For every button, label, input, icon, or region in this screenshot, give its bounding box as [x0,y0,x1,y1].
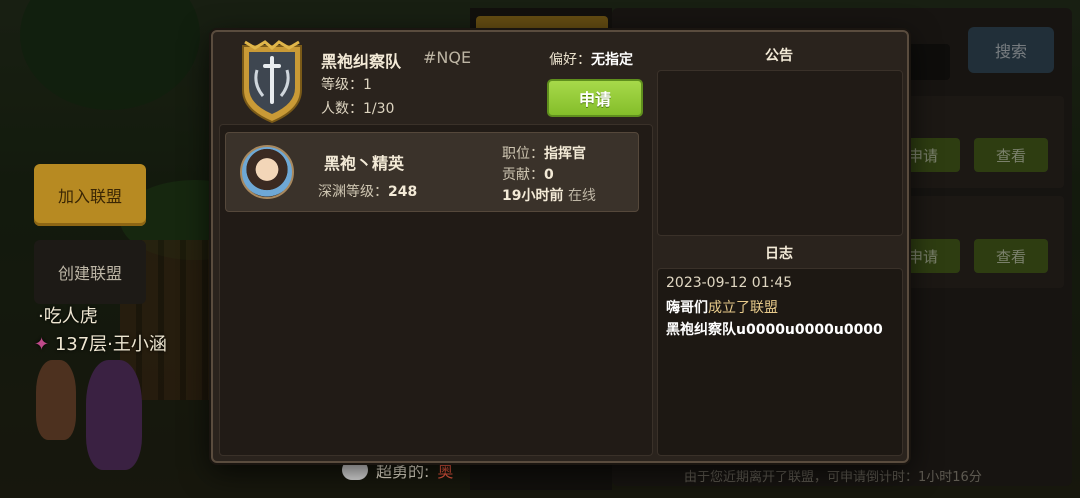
member-abyss-level: 深渊等级：248 [318,184,418,200]
member-role: 职位：指挥官 [502,146,586,162]
log-entry-text: 嗨哥们成立了联盟 [666,300,778,316]
alliance-tag: #NQE [423,48,472,67]
member-name: 黑袍丶精英 [324,154,405,173]
alliance-emblem-icon [242,40,302,124]
member-avatar [240,145,294,199]
alliance-name: 黑袍纠察队 [321,52,402,71]
join-alliance-button[interactable]: 加入联盟 [34,164,146,226]
flag-icon: ✦ [34,334,50,355]
member-last-seen: 19小时前 在线 [502,188,596,204]
alliance-preference: 偏好：无指定 [549,52,633,68]
notice-title: 公告 [765,48,793,64]
log-entry-date: 2023-09-12 01:45 [666,275,793,291]
log-entry-detail: 黑袍纠察队u0000u0000u0000 [666,322,883,338]
create-alliance-button[interactable]: 创建联盟 [34,240,146,304]
apply-button[interactable]: 申请 [547,79,643,117]
chat-bubble-icon [342,460,368,480]
player-floor-label: ✦ 137层·王小涵 [34,334,167,355]
player-name-label: ·吃人虎 [38,306,98,327]
game-screen: 搜索 申请 查看 申请 查看 由于您近期离开了联盟，可申请倒计时：1小时16分 … [0,0,1080,498]
alliance-member-count: 人数：1/30 [321,101,395,117]
alliance-level: 等级：1 [321,77,372,93]
log-title: 日志 [765,246,793,262]
member-contribution: 贡献：0 [502,167,554,183]
log-panel: 2023-09-12 01:45 嗨哥们成立了联盟 黑袍纠察队u0000u000… [657,268,903,456]
member-card[interactable]: 黑袍丶精英 深渊等级：248 职位：指挥官 贡献：0 19小时前 在线 [225,132,639,212]
alliance-detail-modal: 黑袍纠察队 #NQE 等级：1 人数：1/30 偏好：无指定 申请 黑袍丶精英 … [211,30,909,463]
notice-content [657,70,903,236]
